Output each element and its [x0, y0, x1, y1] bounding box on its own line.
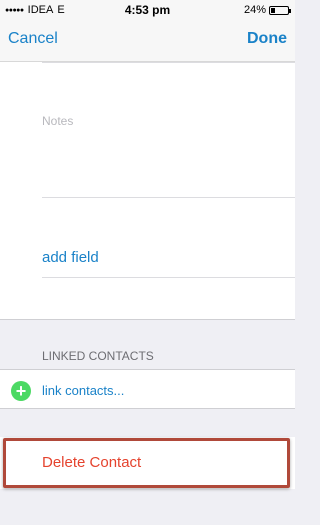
- battery-percent: 24%: [243, 4, 266, 16]
- status-bar: ●●●●● IDEA E 4:53 pm 24%: [0, 0, 295, 20]
- linked-contacts-header: LINKED CONTACTS: [42, 349, 154, 363]
- divider: [42, 197, 295, 198]
- done-button[interactable]: Done: [247, 30, 287, 48]
- divider: [42, 62, 295, 63]
- navigation-bar: Cancel Done: [0, 20, 295, 62]
- edit-contact-form: Notes add field: [0, 62, 295, 320]
- battery-icon: [269, 5, 291, 15]
- link-contacts-row[interactable]: + link contacts...: [0, 369, 295, 409]
- delete-contact-button[interactable]: Delete Contact: [0, 437, 295, 489]
- add-field-button[interactable]: add field: [42, 249, 99, 266]
- divider: [42, 277, 295, 278]
- notes-field[interactable]: Notes: [42, 114, 73, 128]
- delete-contact-label[interactable]: Delete Contact: [42, 454, 141, 471]
- battery-status: 24%: [243, 4, 291, 16]
- cancel-button[interactable]: Cancel: [8, 30, 58, 48]
- link-contacts-label[interactable]: link contacts...: [42, 383, 124, 398]
- add-circle-icon[interactable]: +: [11, 381, 31, 401]
